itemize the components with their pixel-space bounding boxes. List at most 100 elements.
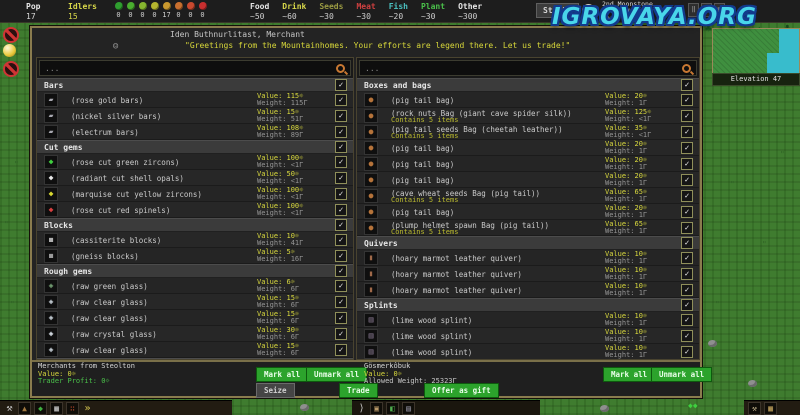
fort-search-input[interactable]	[360, 61, 696, 75]
trade-item-row[interactable]: ◆ (rose cut red spinels) Value: 100☼ Weight…	[37, 202, 353, 218]
item-checkbox[interactable]: ✓	[681, 206, 693, 218]
trade-item-row[interactable]: ◈ (raw crystal glass) Value: 30☼ Weight: 6Γ…	[37, 326, 353, 342]
item-checkbox[interactable]: ✓	[335, 172, 347, 184]
more-tools-icon[interactable]: »	[82, 403, 93, 414]
item-checkbox[interactable]: ✓	[335, 344, 347, 356]
mark-all-merchant-button[interactable]: Mark all	[256, 367, 309, 382]
item-checkbox[interactable]: ✓	[681, 346, 693, 358]
trade-item-row[interactable]: ▮ (hoary marmot leather quiver) Value: 10☼…	[357, 282, 699, 298]
item-checkbox[interactable]: ✓	[335, 234, 347, 246]
item-checkbox[interactable]: ✓	[681, 79, 693, 91]
mining-tool-icon[interactable]: ⚒	[4, 403, 15, 414]
item-checkbox[interactable]: ✓	[335, 296, 347, 308]
traffic-tool-icon[interactable]: ∷	[66, 401, 79, 415]
merchant-search-input[interactable]	[40, 61, 350, 75]
item-checkbox[interactable]: ✓	[681, 94, 693, 106]
trade-item-row[interactable]: ◆ (marquise cut yellow zircons) Value: 100…	[37, 186, 353, 202]
trade-item-row[interactable]: ◼ (gneiss blocks) Value: 5☼ Weight: 16Γ ✓	[37, 248, 353, 264]
section-header[interactable]: Bars ✓	[37, 78, 353, 92]
item-checkbox[interactable]: ✓	[681, 126, 693, 138]
dig-cursor-icon[interactable]: ⟩	[356, 403, 367, 414]
item-checkbox[interactable]: ✓	[335, 94, 347, 106]
trade-item-row[interactable]: ▰ (electrum bars) Value: 108☼ Weight: 89Γ ✓	[37, 124, 353, 140]
alert-indicator[interactable]: 0	[186, 2, 195, 19]
minecart-icon[interactable]: ▣	[370, 401, 383, 415]
trade-item-row[interactable]: ▰ (nickel silver bars) Value: 15☼ Weight: 5…	[37, 108, 353, 124]
zone-toggle-icon[interactable]: ◧	[386, 401, 399, 415]
minimap[interactable]	[712, 28, 800, 74]
item-checkbox[interactable]: ✓	[681, 174, 693, 186]
trade-button[interactable]: Trade	[339, 383, 378, 398]
trade-item-row[interactable]: ▥ (lime wood splint) Value: 10☼ Weight: 1Γ ✓	[357, 344, 699, 359]
trade-item-row[interactable]: ● (pig tail bag) Value: 20☼ Weight: 1Γ ✓	[357, 172, 699, 188]
item-checkbox[interactable]: ✓	[335, 265, 347, 277]
section-header[interactable]: Rough gems ✓	[37, 264, 353, 278]
trade-item-row[interactable]: ● (pig tail bag) Value: 20☼ Weight: 1Γ ✓	[357, 204, 699, 220]
item-checkbox[interactable]: ✓	[335, 250, 347, 262]
trade-item-row[interactable]: ● (rock nuts Bag (giant cave spider silk)…	[357, 108, 699, 124]
item-checkbox[interactable]: ✓	[335, 126, 347, 138]
section-header[interactable]: Quivers ✓	[357, 236, 699, 250]
map-tool-icon[interactable]: ⚒	[748, 401, 761, 415]
orb-icon[interactable]	[3, 44, 16, 57]
item-checkbox[interactable]: ✓	[335, 280, 347, 292]
seize-button[interactable]: Seize	[256, 383, 295, 398]
section-header[interactable]: Splints ✓	[357, 298, 699, 312]
trade-item-row[interactable]: ▮ (hoary marmot leather quiver) Value: 10☼…	[357, 266, 699, 282]
item-checkbox[interactable]: ✓	[681, 222, 693, 234]
forbid-icon[interactable]	[3, 61, 19, 77]
trade-item-row[interactable]: ◆ (radiant cut shell opals) Value: 50☼ Weig…	[37, 170, 353, 186]
alert-indicator[interactable]: 0	[174, 2, 183, 19]
trade-item-row[interactable]: ◈ (raw clear glass) Value: 15☼ Weight: 6Γ ✓	[37, 310, 353, 326]
trade-item-row[interactable]: ● (pig tail bag) Value: 20☼ Weight: 1Γ ✓	[357, 92, 699, 108]
item-checkbox[interactable]: ✓	[681, 314, 693, 326]
item-checkbox[interactable]: ✓	[681, 268, 693, 280]
trade-item-row[interactable]: ● (plump helmet spawn Bag (pig tail)) Cont…	[357, 220, 699, 236]
trade-item-row[interactable]: ● (pig tail bag) Value: 20☼ Weight: 1Γ ✓	[357, 140, 699, 156]
trade-item-row[interactable]: ▥ (lime wood splint) Value: 10☼ Weight: 1Γ ✓	[357, 312, 699, 328]
world-map-icon[interactable]: ▦	[764, 401, 777, 415]
alert-indicator[interactable]: 0	[114, 2, 123, 19]
item-checkbox[interactable]: ✓	[681, 142, 693, 154]
trade-item-row[interactable]: ▰ (rose gold bars) Value: 115☼ Weight: 115Γ…	[37, 92, 353, 108]
item-checkbox[interactable]: ✓	[681, 299, 693, 311]
unmark-all-fort-button[interactable]: Unmark all	[651, 367, 713, 382]
forbid-icon[interactable]	[3, 27, 19, 43]
section-header[interactable]: Boxes and bags ✓	[357, 78, 699, 92]
trade-item-row[interactable]: ◈ (raw green glass) Value: 6☼ Weight: 6Γ ✓	[37, 278, 353, 294]
alert-indicator[interactable]: 0	[138, 2, 147, 19]
section-header[interactable]: Cut gems ✓	[37, 140, 353, 154]
stockpile-tool-icon[interactable]: ▦	[50, 401, 63, 415]
trade-item-row[interactable]: ● (pig tail seeds Bag (cheetah leather)) C…	[357, 124, 699, 140]
item-checkbox[interactable]: ✓	[335, 110, 347, 122]
alert-indicator[interactable]: 0	[150, 2, 159, 19]
trade-item-row[interactable]: ◈ (raw clear glass) Value: 15☼ Weight: 6Γ ✓	[37, 342, 353, 358]
trade-item-row[interactable]: ◈ (raw clear glass) Value: 15☼ Weight: 6Γ ✓	[37, 294, 353, 310]
item-checkbox[interactable]: ✓	[681, 158, 693, 170]
item-checkbox[interactable]: ✓	[681, 252, 693, 264]
unmark-all-merchant-button[interactable]: Unmark all	[306, 367, 368, 382]
trade-item-row[interactable]: ◼ (cassiterite blocks) Value: 10☼ Weight: 4…	[37, 232, 353, 248]
trade-item-row[interactable]: ◆ (rose cut green zircons) Value: 100☼ Weig…	[37, 154, 353, 170]
item-checkbox[interactable]: ✓	[335, 156, 347, 168]
plants-tool-icon[interactable]: ◆	[34, 401, 47, 415]
item-checkbox[interactable]: ✓	[335, 188, 347, 200]
item-checkbox[interactable]: ✓	[335, 79, 347, 91]
trade-item-row[interactable]: ▮ (hoary marmot leather quiver) Value: 10☼…	[357, 250, 699, 266]
item-checkbox[interactable]: ✓	[681, 237, 693, 249]
mark-all-fort-button[interactable]: Mark all	[603, 367, 656, 382]
item-checkbox[interactable]: ✓	[335, 141, 347, 153]
item-checkbox[interactable]: ✓	[335, 204, 347, 216]
item-checkbox[interactable]: ✓	[681, 330, 693, 342]
alert-indicator[interactable]: 0	[126, 2, 135, 19]
trade-item-row[interactable]: ● (cave wheat seeds Bag (pig tail)) Contai…	[357, 188, 699, 204]
alert-indicator[interactable]: 17	[162, 2, 171, 19]
section-header[interactable]: Blocks ✓	[37, 218, 353, 232]
offer-gift-button[interactable]: Offer as gift	[424, 383, 499, 398]
item-checkbox[interactable]: ✓	[335, 312, 347, 324]
workshop-tool-icon[interactable]: ▲	[18, 401, 31, 415]
item-checkbox[interactable]: ✓	[681, 110, 693, 122]
item-checkbox[interactable]: ✓	[335, 219, 347, 231]
calendar-icon[interactable]: ▤	[402, 401, 415, 415]
trade-item-row[interactable]: ● (pig tail bag) Value: 20☼ Weight: 1Γ ✓	[357, 156, 699, 172]
